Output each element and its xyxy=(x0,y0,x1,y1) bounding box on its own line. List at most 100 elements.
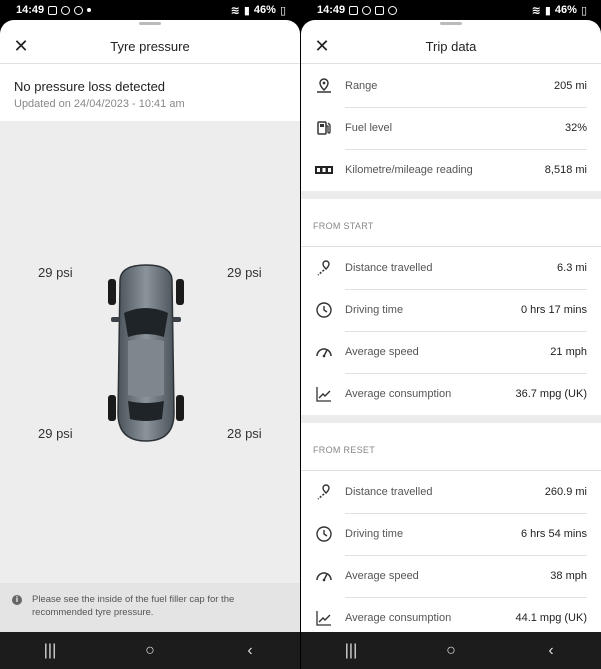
summary-label: Kilometre/mileage reading xyxy=(345,164,473,176)
from-reset-label: Average speed xyxy=(345,570,419,582)
tyre-pressure-screen: 14:49 ≋ ▮ 46% ▯ ✕ Tyre pressure No press… xyxy=(0,0,300,669)
from-start-card: Distance travelled 6.3 mi Driving time 0 hr… xyxy=(301,246,601,415)
from-start-label: Driving time xyxy=(345,304,404,316)
trip-data-list[interactable]: Range 205 mi Fuel level 32% Kilometre/mileag… xyxy=(301,65,601,632)
front-right-pressure: 29 psi xyxy=(227,265,262,280)
clock-icon xyxy=(313,523,335,545)
from-reset-heading: FROM RESET xyxy=(313,445,376,455)
summary-value: 32% xyxy=(564,122,587,134)
from-start-label: Average consumption xyxy=(345,388,452,400)
message-notification-icon xyxy=(375,5,385,15)
pressure-status: No pressure loss detected Updated on 24/… xyxy=(0,65,300,121)
rear-right-pressure: 28 psi xyxy=(227,426,262,441)
distance-icon xyxy=(313,481,335,503)
from-reset-label: Driving time xyxy=(345,528,404,540)
sheet-drag-handle[interactable] xyxy=(440,22,462,25)
summary-card: Range 205 mi Fuel level 32% Kilometre/mileag… xyxy=(301,65,601,191)
from-reset-row: Average consumption 44.1 mpg (UK) xyxy=(301,597,601,632)
trip-data-sheet: ✕ Trip data Range 205 mi Fuel level 32% Kilo… xyxy=(301,20,601,632)
summary-value: 205 mi xyxy=(553,80,587,92)
back-button[interactable]: ‹ xyxy=(531,642,571,660)
odometer-icon xyxy=(313,159,335,181)
clock-icon xyxy=(313,299,335,321)
tyre-pressure-sheet: ✕ Tyre pressure No pressure loss detecte… xyxy=(0,20,300,632)
distance-icon xyxy=(313,257,335,279)
from-reset-value: 38 mph xyxy=(550,570,587,582)
from-start-heading: FROM START xyxy=(313,221,374,231)
car-top-view-icon xyxy=(108,264,184,442)
battery-icon: ▯ xyxy=(279,4,286,17)
from-start-row: Driving time 0 hrs 17 mins xyxy=(301,289,601,331)
signal-icon: ▮ xyxy=(243,4,250,17)
consumption-graph-icon xyxy=(313,607,335,629)
home-button[interactable]: ○ xyxy=(130,642,170,660)
tyre-title-bar: ✕ Tyre pressure xyxy=(0,30,300,64)
speedometer-icon xyxy=(313,341,335,363)
summary-row: Fuel level 32% xyxy=(301,107,601,149)
close-icon[interactable]: ✕ xyxy=(12,37,30,55)
tyre-pressure-info-note: i Please see the inside of the fuel fill… xyxy=(0,583,300,632)
speedometer-icon xyxy=(313,565,335,587)
summary-row: Kilometre/mileage reading 8,518 mi xyxy=(301,149,601,191)
from-reset-value: 6 hrs 54 mins xyxy=(520,528,587,540)
rear-left-pressure: 29 psi xyxy=(38,426,73,441)
front-left-pressure: 29 psi xyxy=(38,265,73,280)
signal-icon: ▮ xyxy=(544,4,551,17)
status-bar: 14:49 ≋ ▮ 46% ▯ xyxy=(301,0,601,20)
trip-data-screen: 14:49 ≋ ▮ 46% ▯ ✕ Trip data Range 205 mi F… xyxy=(301,0,601,669)
home-button[interactable]: ○ xyxy=(431,642,471,660)
wifi-icon: ≋ xyxy=(531,4,541,17)
status-time: 14:49 xyxy=(317,4,346,16)
from-reset-value: 260.9 mi xyxy=(544,486,587,498)
status-bar: 14:49 ≋ ▮ 46% ▯ xyxy=(0,0,300,20)
recents-button[interactable]: ||| xyxy=(30,642,70,660)
battery-level: 46% xyxy=(253,4,276,16)
battery-icon: ▯ xyxy=(580,4,587,17)
summary-row: Range 205 mi xyxy=(301,65,601,107)
more-notifications-icon xyxy=(87,8,92,12)
android-nav-bar: ||| ○ ‹ xyxy=(0,632,300,669)
from-reset-card: Distance travelled 260.9 mi Driving time 6 … xyxy=(301,470,601,632)
trip-title-bar: ✕ Trip data xyxy=(301,30,601,64)
gallery-notification-icon xyxy=(48,5,58,15)
android-nav-bar: ||| ○ ‹ xyxy=(301,632,601,669)
from-start-value: 6.3 mi xyxy=(557,262,587,274)
from-start-row: Distance travelled 6.3 mi xyxy=(301,247,601,289)
from-reset-row: Distance travelled 260.9 mi xyxy=(301,471,601,513)
from-start-row: Average consumption 36.7 mpg (UK) xyxy=(301,373,601,415)
from-start-value: 36.7 mpg (UK) xyxy=(515,388,587,400)
back-button[interactable]: ‹ xyxy=(230,642,270,660)
page-title: Trip data xyxy=(425,39,477,54)
pressure-status-text: No pressure loss detected xyxy=(14,79,166,94)
status-time: 14:49 xyxy=(16,4,45,16)
wifi-icon: ≋ xyxy=(230,4,240,17)
from-reset-row: Average speed 38 mph xyxy=(301,555,601,597)
range-pin-icon xyxy=(313,75,335,97)
from-reset-label: Average consumption xyxy=(345,612,452,624)
consumption-graph-icon xyxy=(313,383,335,405)
fuel-pump-icon xyxy=(313,117,335,139)
from-reset-label: Distance travelled xyxy=(345,486,433,498)
from-start-value: 0 hrs 17 mins xyxy=(520,304,587,316)
from-start-value: 21 mph xyxy=(550,346,587,358)
at-notification-icon xyxy=(61,5,71,15)
info-icon: i xyxy=(12,595,22,605)
tyre-diagram: 29 psi 29 psi 29 psi 28 psi xyxy=(0,121,300,583)
whatsapp-notification-icon xyxy=(388,5,398,15)
from-start-label: Average speed xyxy=(345,346,419,358)
from-start-row: Average speed 21 mph xyxy=(301,331,601,373)
from-reset-value: 44.1 mpg (UK) xyxy=(515,612,587,624)
close-icon[interactable]: ✕ xyxy=(313,37,331,55)
page-title: Tyre pressure xyxy=(110,39,190,54)
at-notification-icon xyxy=(362,5,372,15)
whatsapp-notification-icon xyxy=(74,5,84,15)
summary-label: Fuel level xyxy=(345,122,393,134)
summary-label: Range xyxy=(345,80,378,92)
battery-level: 46% xyxy=(554,4,577,16)
recents-button[interactable]: ||| xyxy=(331,642,371,660)
from-start-label: Distance travelled xyxy=(345,262,433,274)
info-note-text: Please see the inside of the fuel filler… xyxy=(32,594,235,618)
updated-timestamp: Updated on 24/04/2023 - 10:41 am xyxy=(14,98,185,110)
sheet-drag-handle[interactable] xyxy=(139,22,161,25)
from-reset-row: Driving time 6 hrs 54 mins xyxy=(301,513,601,555)
